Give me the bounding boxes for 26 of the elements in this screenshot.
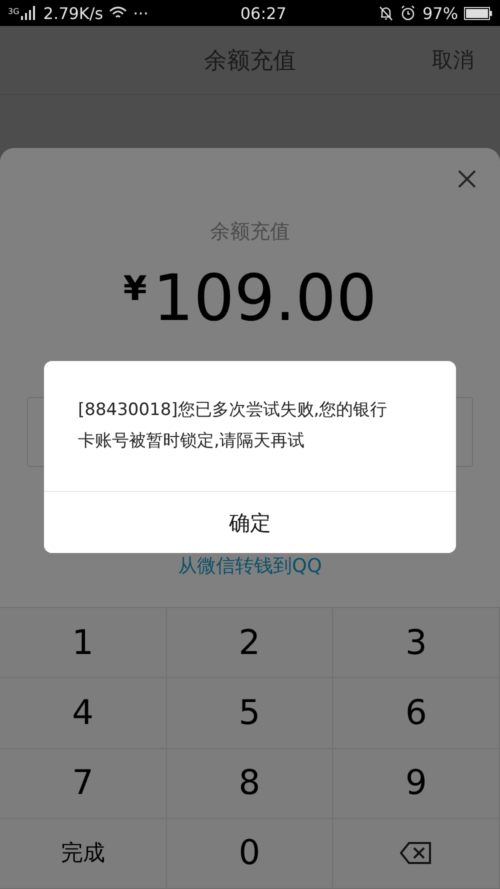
keypad-key[interactable]: 7: [0, 748, 167, 819]
keypad-key[interactable]: 4: [0, 678, 167, 748]
confirm-button[interactable]: 确定: [44, 491, 456, 553]
network-speed: 2.79K/s: [43, 4, 104, 22]
keypad-key[interactable]: 1: [0, 608, 167, 678]
amount: 109.00: [152, 263, 377, 335]
keypad-key[interactable]: 0: [166, 818, 334, 889]
done-key[interactable]: 完成: [0, 818, 167, 889]
battery-percent: 97%: [422, 4, 458, 22]
close-icon[interactable]: [458, 170, 476, 188]
battery-icon: [464, 6, 492, 20]
more-indicator: ···: [133, 4, 148, 22]
clock: 06:27: [240, 4, 286, 22]
signal-icon: [21, 6, 38, 20]
alert-message: [88430018]您已多次尝试失败,您的银行卡账号被暂时锁定,请隔天再试: [78, 399, 388, 453]
keypad-key[interactable]: 2: [166, 608, 334, 678]
currency-symbol: ¥: [123, 269, 147, 309]
keypad-key[interactable]: 6: [333, 678, 500, 748]
keypad-key[interactable]: 5: [166, 678, 334, 748]
backspace-icon: [400, 841, 432, 866]
wifi-icon: [109, 6, 128, 20]
muted-bell-icon: [378, 5, 394, 21]
keypad-key[interactable]: 9: [333, 748, 500, 819]
keypad-key[interactable]: 8: [166, 748, 334, 819]
alarm-icon: [400, 5, 416, 21]
keypad-key[interactable]: 3: [333, 608, 500, 678]
